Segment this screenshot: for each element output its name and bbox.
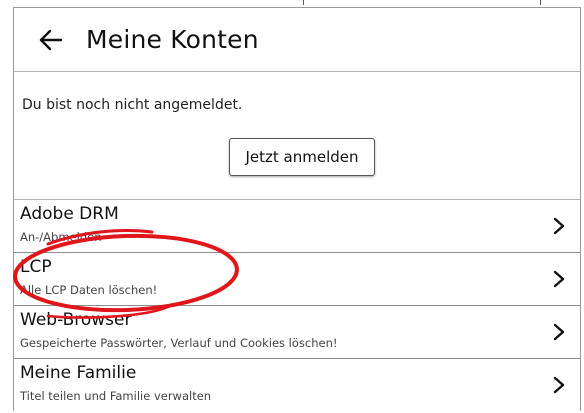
menu-item-title: LCP	[20, 257, 52, 277]
login-section: Du bist noch nicht angemeldet. Jetzt anm…	[14, 72, 580, 200]
menu-item-title: Web-Browser	[20, 310, 132, 330]
chevron-right-icon	[553, 270, 565, 288]
menu-item-subtitle: Alle LCP Daten löschen!	[20, 283, 158, 297]
menu-item-title: Meine Familie	[20, 363, 137, 383]
header-bar: Meine Konten	[14, 8, 580, 72]
top-tick-mark	[540, 0, 541, 5]
chevron-right-icon	[553, 323, 565, 341]
page-title: Meine Konten	[86, 25, 259, 54]
menu-item-adobe-drm[interactable]: Adobe DRM An-/Abmelden	[14, 200, 580, 253]
top-tick-mark	[303, 0, 304, 5]
chevron-right-icon	[553, 376, 565, 394]
back-button[interactable]	[32, 21, 70, 59]
menu-item-meine-familie[interactable]: Meine Familie Titel teilen und Familie v…	[14, 359, 580, 411]
menu-item-subtitle: Gespeicherte Passwörter, Verlauf und Coo…	[20, 336, 338, 350]
menu-item-subtitle: Titel teilen und Familie verwalten	[20, 389, 212, 403]
account-menu: Adobe DRM An-/Abmelden LCP Alle LCP Date…	[14, 200, 580, 411]
arrow-left-icon	[39, 29, 63, 50]
login-status-message: Du bist noch nicht angemeldet.	[22, 97, 243, 113]
chevron-right-icon	[553, 217, 565, 235]
menu-item-web-browser[interactable]: Web-Browser Gespeicherte Passwörter, Ver…	[14, 306, 580, 359]
menu-item-subtitle: An-/Abmelden	[20, 230, 102, 244]
menu-item-title: Adobe DRM	[20, 204, 119, 224]
login-button[interactable]: Jetzt anmelden	[229, 138, 375, 176]
app-window: Meine Konten Du bist noch nicht angemeld…	[13, 7, 581, 411]
menu-item-lcp[interactable]: LCP Alle LCP Daten löschen!	[14, 253, 580, 306]
